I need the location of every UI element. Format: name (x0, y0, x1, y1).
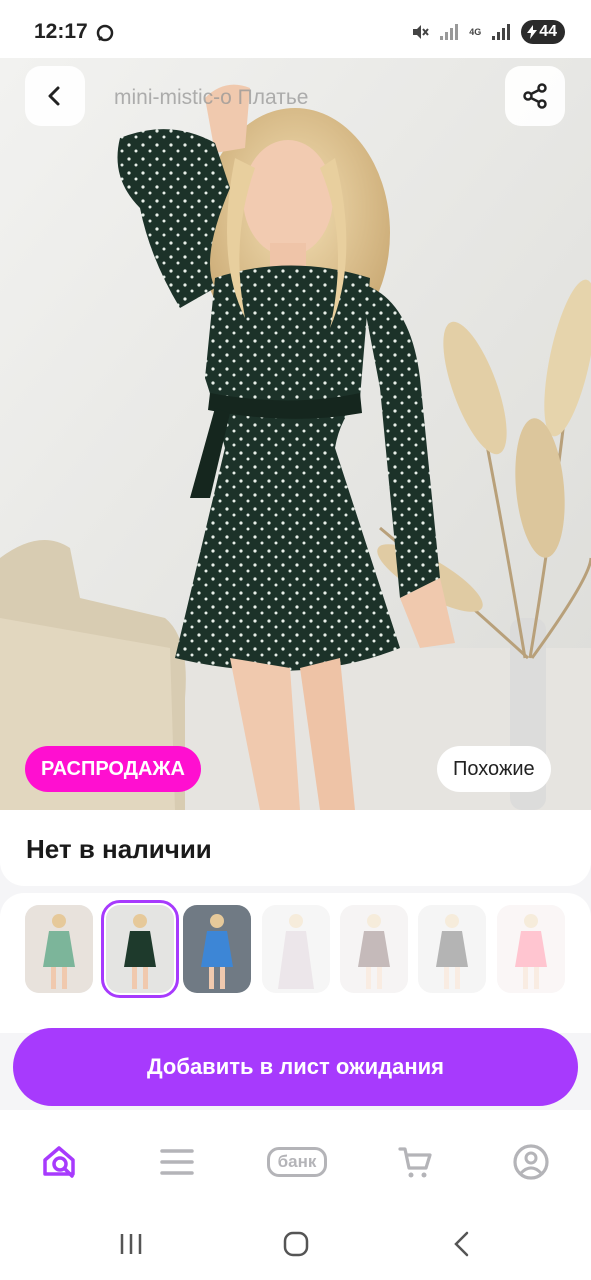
variant-thumbnail[interactable] (25, 905, 93, 993)
variant-thumbnail-unavailable[interactable] (497, 905, 565, 993)
menu-icon (160, 1149, 194, 1175)
add-to-waitlist-button[interactable]: Добавить в лист ожидания (13, 1028, 578, 1106)
variant-image (418, 905, 486, 993)
variant-image (262, 905, 330, 993)
signal-icon (440, 24, 459, 40)
status-time: 12:17 (34, 20, 88, 43)
nav-profile[interactable] (506, 1140, 556, 1184)
system-back-button[interactable] (442, 1228, 482, 1260)
bottom-navigation: банк (0, 1110, 591, 1210)
battery-indicator: 44 (521, 20, 565, 44)
variant-thumbnail-selected[interactable] (101, 900, 179, 998)
variant-thumbnail-unavailable[interactable] (262, 905, 330, 993)
status-indicators: 4G 44 (411, 20, 565, 44)
variant-thumbnail-unavailable[interactable] (418, 905, 486, 993)
mute-icon (413, 25, 429, 39)
nav-bank[interactable]: банк (257, 1140, 337, 1184)
app-screen: 12:17 4G 44 mini-mistic-o Платье РАСПРОД… (0, 0, 591, 1280)
sale-badge[interactable]: РАСПРОДАЖА (25, 746, 201, 792)
variant-image (183, 905, 251, 993)
variant-image (340, 905, 408, 993)
availability-card: Нет в наличии (0, 810, 591, 886)
chevron-left-icon (48, 86, 60, 106)
charging-icon (527, 25, 538, 39)
home-button[interactable] (276, 1228, 316, 1260)
signal-strength-icon (492, 24, 511, 40)
battery-level: 44 (539, 23, 557, 40)
variant-thumbnail[interactable] (183, 905, 251, 993)
color-variants (0, 893, 591, 1033)
recent-apps-icon (120, 1234, 142, 1254)
cart-icon (398, 1147, 432, 1178)
status-bar: 12:17 4G 44 (0, 0, 591, 58)
product-image (0, 58, 591, 810)
system-navigation-bar (0, 1210, 591, 1280)
recent-apps-button[interactable] (111, 1228, 151, 1260)
variant-thumbnail-unavailable[interactable] (340, 905, 408, 993)
back-button[interactable] (25, 66, 85, 126)
similar-products-button[interactable]: Похожие (437, 746, 551, 792)
back-arrow-icon (454, 1231, 469, 1257)
bank-label: банк (266, 1147, 328, 1177)
product-photo[interactable]: mini-mistic-o Платье РАСПРОДАЖА Похожие (0, 58, 591, 810)
page-title: mini-mistic-o Платье (114, 86, 309, 109)
variant-image (25, 905, 93, 993)
variant-image (106, 905, 174, 993)
chat-notification-icon (96, 24, 114, 42)
home-icon (283, 1231, 309, 1257)
profile-icon (513, 1144, 549, 1180)
share-button[interactable] (505, 66, 565, 126)
nav-home-search[interactable] (34, 1140, 84, 1184)
variant-image (497, 905, 565, 993)
home-search-icon (43, 1146, 75, 1178)
nav-catalog[interactable] (152, 1140, 202, 1184)
network-type-label: 4G (469, 26, 482, 37)
share-icon (523, 83, 547, 109)
nav-cart[interactable] (390, 1140, 440, 1184)
availability-status: Нет в наличии (26, 834, 212, 864)
